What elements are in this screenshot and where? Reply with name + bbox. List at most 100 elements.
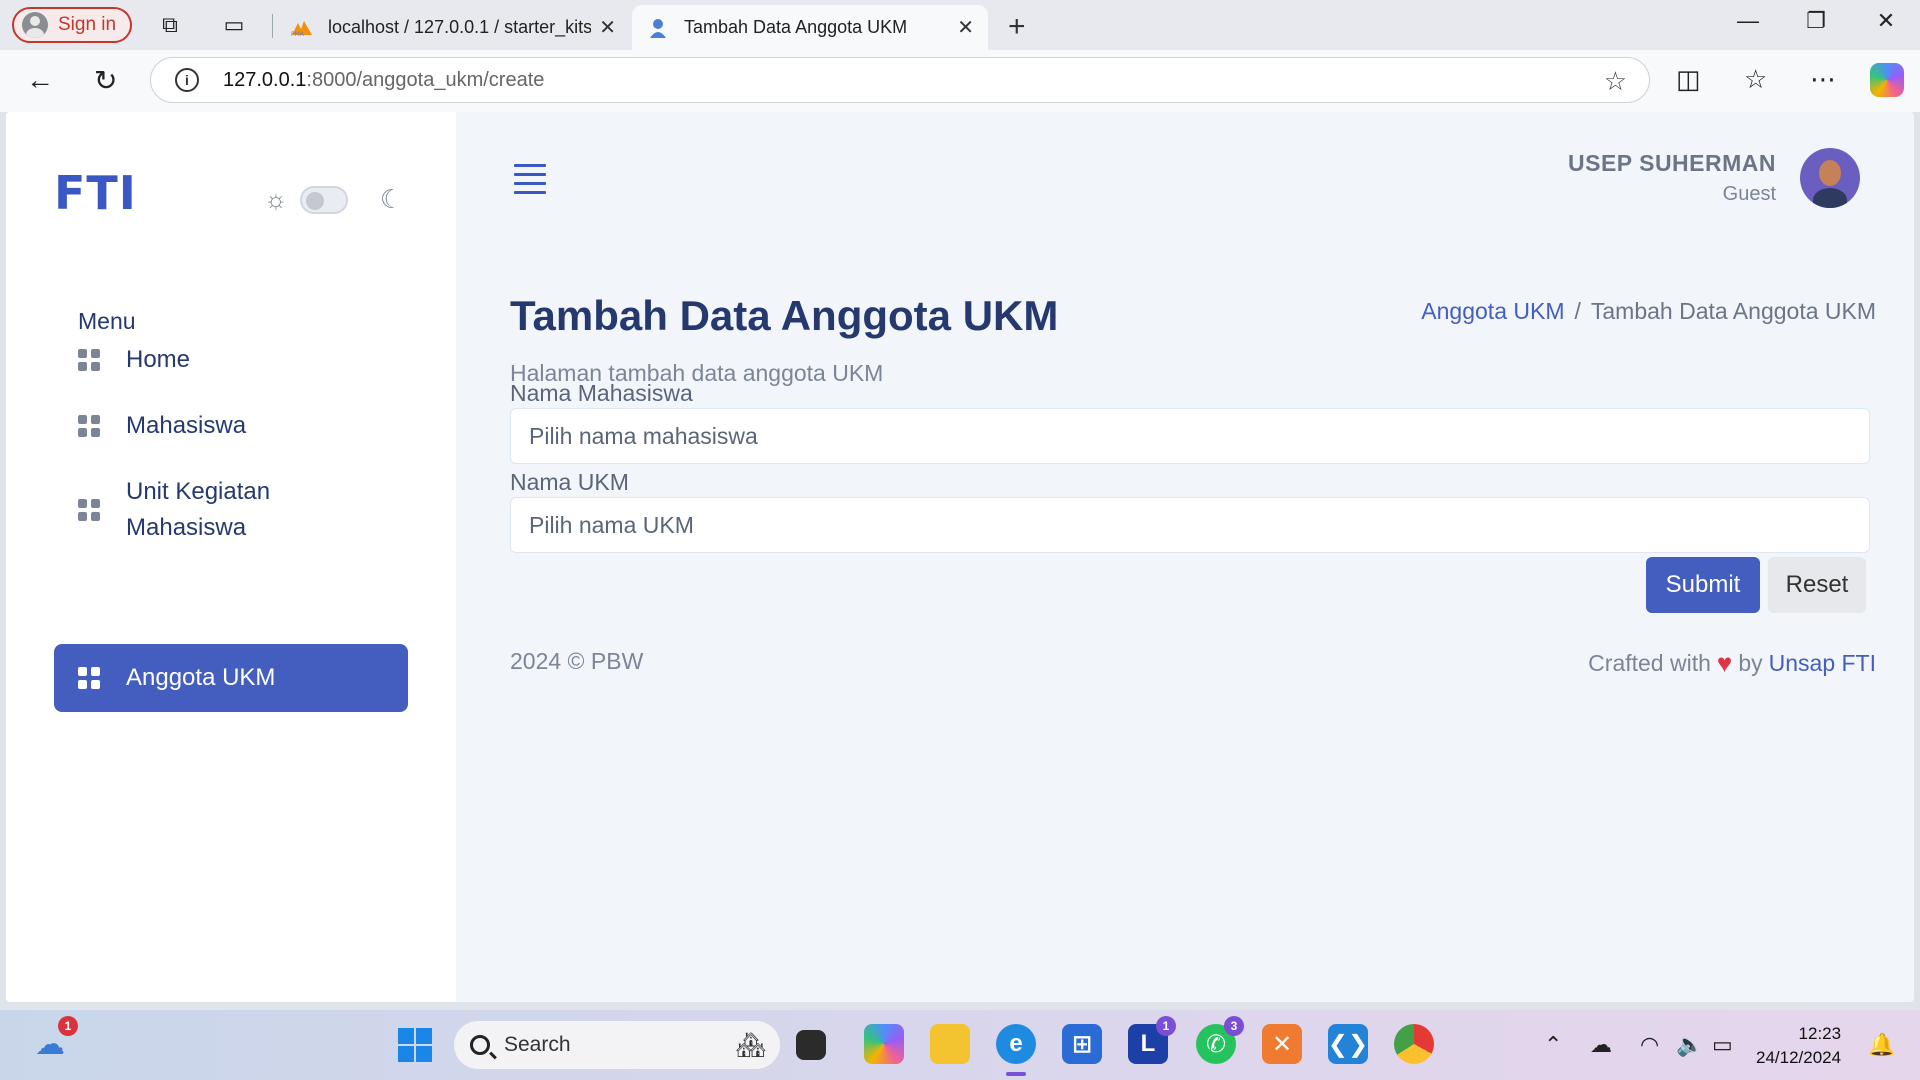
- user-menu[interactable]: USEP SUHERMAN Guest: [1568, 148, 1860, 208]
- mahasiswa-label: Nama Mahasiswa: [510, 380, 693, 406]
- close-tab-icon[interactable]: ✕: [599, 15, 616, 40]
- ukm-label: Nama UKM: [510, 469, 629, 495]
- reset-button[interactable]: Reset: [1768, 557, 1866, 613]
- main-content: USEP SUHERMAN Guest Tambah Data Anggota …: [456, 112, 1914, 1002]
- grid-icon: [78, 349, 100, 371]
- sidebar-item-ukm[interactable]: Unit Kegiatan Mahasiswa: [54, 468, 408, 552]
- sun-icon: ☼: [264, 184, 288, 214]
- more-options-icon[interactable]: ⋯: [1810, 64, 1836, 95]
- file-explorer-icon[interactable]: [930, 1024, 970, 1064]
- taskbar-search[interactable]: Search 🏘: [454, 1021, 780, 1069]
- sidebar: FTI ☼ ☾ Menu Home Mahasiswa Unit Kegiata…: [6, 112, 456, 1002]
- theme-toggle-group: ☼ ☾: [264, 184, 403, 215]
- moon-icon: ☾: [379, 184, 404, 214]
- tab-title: localhost / 127.0.0.1 / starter_kits: [328, 17, 592, 37]
- user-info: USEP SUHERMAN Guest: [1568, 150, 1776, 206]
- breadcrumb: Anggota UKM / Tambah Data Anggota UKM: [1421, 298, 1876, 325]
- whatsapp-badge: 3: [1224, 1016, 1244, 1036]
- whatsapp-icon[interactable]: ✆ 3: [1196, 1016, 1244, 1064]
- sidebar-item-home[interactable]: Home: [54, 338, 408, 382]
- sidebar-item-label: Mahasiswa: [126, 412, 247, 439]
- url-host: 127.0.0.1: [223, 68, 307, 91]
- teams-badge: 1: [1156, 1016, 1176, 1036]
- task-view-icon[interactable]: [796, 1030, 826, 1060]
- user-role: Guest: [1722, 183, 1776, 205]
- active-app-indicator: [1006, 1072, 1026, 1076]
- system-clock[interactable]: 12:23 24/12/2024: [1756, 1022, 1841, 1070]
- mahasiswa-select[interactable]: [510, 408, 1870, 464]
- app-logo[interactable]: FTI: [54, 166, 137, 220]
- tab-tambah-anggota[interactable]: Tambah Data Anggota UKM ✕: [632, 5, 988, 50]
- weather-icon[interactable]: ☁ 1: [30, 1016, 78, 1064]
- page-title: Tambah Data Anggota UKM: [510, 292, 1059, 339]
- grid-icon: [78, 667, 100, 689]
- browser-tab-bar: Sign in ⧉ ▭ PMA localhost / 127.0.0.1 / …: [0, 0, 1920, 50]
- hamburger-menu-icon[interactable]: [514, 164, 546, 200]
- new-tab-button[interactable]: +: [1008, 10, 1026, 44]
- weather-badge: 1: [58, 1016, 78, 1036]
- battery-icon[interactable]: ▭: [1712, 1032, 1733, 1058]
- back-icon[interactable]: ←: [26, 64, 54, 96]
- restore-icon[interactable]: ❐: [1796, 8, 1836, 34]
- search-icon: [470, 1035, 490, 1055]
- close-tab-icon[interactable]: ✕: [957, 15, 974, 40]
- edge-icon[interactable]: e: [996, 1024, 1036, 1064]
- theme-toggle-switch[interactable]: [299, 185, 348, 214]
- clock-date: 24/12/2024: [1756, 1048, 1842, 1067]
- windows-taskbar: ☁ 1 Search 🏘 e ⊞ L 1 ✆ 3 ✕ ❮❯ ⌃ ☁ ◠ 🔈 ▭ …: [0, 1010, 1920, 1080]
- volume-icon[interactable]: 🔈: [1676, 1032, 1703, 1058]
- browser-toolbar: ← ↻ i 127.0.0.1 :8000/anggota_ukm/create…: [0, 50, 1920, 112]
- page-icon: [646, 17, 670, 39]
- footer-link-unsap[interactable]: Unsap FTI: [1769, 650, 1876, 677]
- vscode-icon[interactable]: ❮❯: [1328, 1024, 1368, 1064]
- grid-icon: [78, 415, 100, 437]
- search-highlight-icon: 🏘: [735, 1031, 766, 1059]
- site-info-icon[interactable]: i: [175, 68, 199, 92]
- tab-actions-icon[interactable]: ▭: [220, 11, 248, 39]
- show-hidden-icons-icon[interactable]: ⌃: [1544, 1032, 1562, 1058]
- teams-icon[interactable]: L 1: [1128, 1016, 1176, 1064]
- address-bar[interactable]: i 127.0.0.1 :8000/anggota_ukm/create ☆: [150, 57, 1650, 103]
- url-path: :8000/anggota_ukm/create: [306, 68, 545, 91]
- svg-text:PMA: PMA: [291, 31, 305, 37]
- taskbar-search-label: Search: [504, 1033, 571, 1056]
- favorite-star-icon[interactable]: ☆: [1604, 66, 1627, 97]
- store-icon[interactable]: ⊞: [1062, 1024, 1102, 1064]
- notification-bell-icon[interactable]: 🔔: [1868, 1032, 1895, 1058]
- start-icon[interactable]: [398, 1028, 432, 1062]
- refresh-icon[interactable]: ↻: [94, 64, 117, 97]
- footer-crafted-text: Crafted with: [1588, 650, 1711, 676]
- ukm-select[interactable]: [510, 497, 1870, 553]
- footer-copyright: 2024 © PBW: [510, 648, 644, 674]
- tab-separator: [272, 14, 273, 38]
- minimize-icon[interactable]: —: [1728, 8, 1768, 34]
- grid-icon: [78, 499, 100, 521]
- workspaces-icon[interactable]: ⧉: [156, 11, 184, 39]
- favorites-icon[interactable]: ☆: [1744, 64, 1767, 95]
- copilot-taskbar-icon[interactable]: [864, 1024, 904, 1064]
- user-name: USEP SUHERMAN: [1568, 150, 1776, 176]
- breadcrumb-separator: /: [1574, 298, 1581, 324]
- xampp-icon[interactable]: ✕: [1262, 1024, 1302, 1064]
- profile-icon: [22, 12, 48, 38]
- footer-by-text: by: [1738, 650, 1763, 676]
- onedrive-icon[interactable]: ☁: [1590, 1032, 1612, 1058]
- clock-time: 12:23: [1798, 1024, 1842, 1043]
- menu-title: Menu: [78, 308, 136, 334]
- submit-button[interactable]: Submit: [1646, 557, 1760, 613]
- breadcrumb-link-anggota-ukm[interactable]: Anggota UKM: [1421, 298, 1564, 324]
- sidebar-item-label: Unit Kegiatan Mahasiswa: [126, 478, 271, 541]
- footer-credit: Crafted with ♥ by Unsap FTI: [1588, 648, 1876, 679]
- sign-in-button[interactable]: Sign in: [12, 7, 133, 43]
- chrome-icon[interactable]: [1394, 1024, 1434, 1064]
- tab-phpmyadmin[interactable]: PMA localhost / 127.0.0.1 / starter_kits…: [276, 5, 630, 50]
- close-window-icon[interactable]: ✕: [1866, 8, 1906, 34]
- avatar[interactable]: [1800, 148, 1860, 208]
- page-viewport: FTI ☼ ☾ Menu Home Mahasiswa Unit Kegiata…: [6, 112, 1914, 1002]
- copilot-icon[interactable]: [1870, 63, 1904, 97]
- sidebar-item-label: Home: [126, 346, 191, 373]
- sidebar-item-anggota-ukm[interactable]: Anggota UKM: [54, 644, 408, 712]
- split-screen-icon[interactable]: ◫: [1676, 64, 1701, 95]
- wifi-icon[interactable]: ◠: [1640, 1032, 1659, 1058]
- sidebar-item-mahasiswa[interactable]: Mahasiswa: [54, 404, 408, 448]
